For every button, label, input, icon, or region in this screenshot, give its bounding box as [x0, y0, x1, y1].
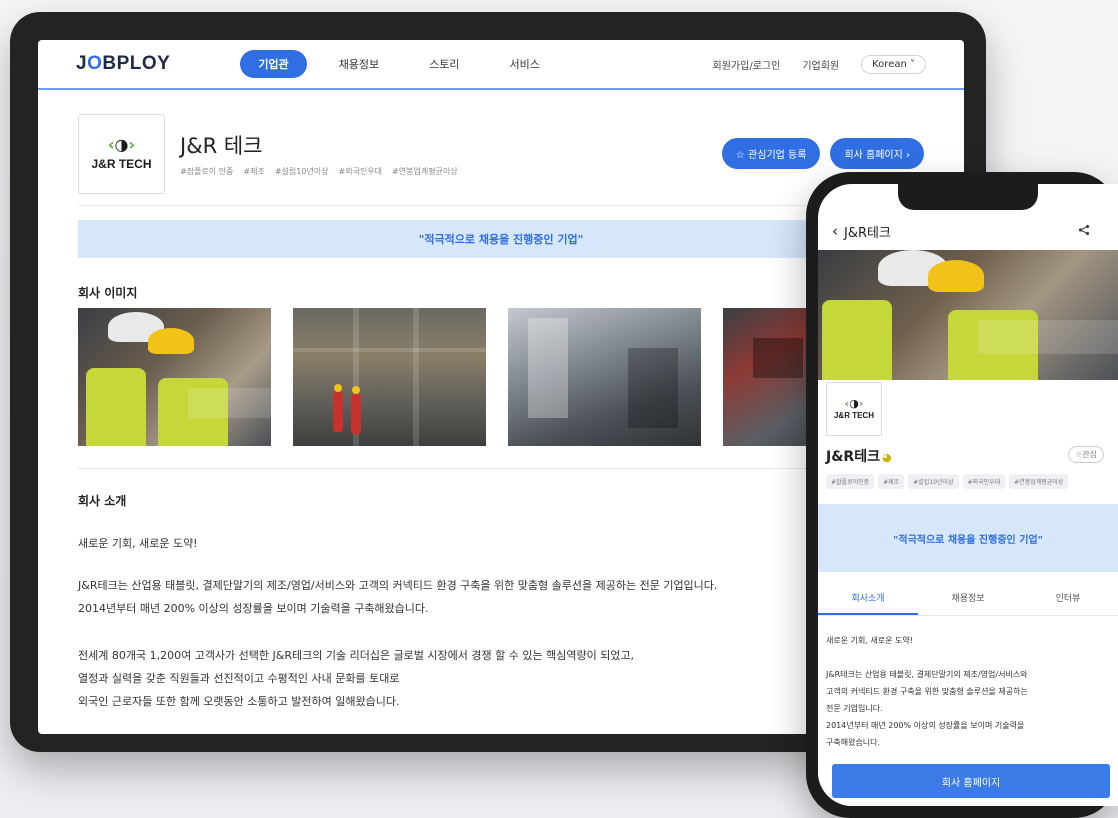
phone-hero-image — [818, 250, 1118, 380]
intro-text-line: 열정과 실력을 갖춘 직원들과 선진적이고 수평적인 사내 문화를 토대로 — [78, 672, 400, 685]
company-tag: #잡플로이 인증 — [180, 167, 234, 176]
nav-item-service[interactable]: 서비스 — [492, 50, 558, 78]
phone-intro-line: 2014년부터 매년 200% 이상의 성장률을 보이며 기술력을 — [826, 721, 1025, 730]
phone-intro-line: 전문 기업입니다. — [826, 704, 883, 713]
tab-company-intro[interactable]: 회사소개 — [818, 582, 918, 615]
phone-hiring-banner: "적극적으로 채용을 진행중인 기업" — [818, 504, 1118, 572]
tab-jobs[interactable]: 채용정보 — [918, 582, 1018, 615]
main-nav: 기업관 채용정보 스토리 서비스 — [240, 50, 572, 78]
phone-top-bar: ‹ J&R테크 — [818, 212, 1118, 250]
company-tag: #연봉업계평균이상 — [392, 167, 458, 176]
phone-screen: ‹ J&R테크 ‹◑› J&R TECH J&R테크 ◕ ☆관심 #잡플로이인증 … — [818, 184, 1118, 806]
company-tag: #외국인우대 — [962, 474, 1006, 489]
nav-item-story[interactable]: 스토리 — [411, 50, 477, 78]
phone-company-name: J&R테크 ◕ — [826, 449, 892, 465]
signup-login-link[interactable]: 회원가입/로그인 — [713, 57, 781, 72]
company-tag: #설립10년이상 — [274, 167, 329, 176]
company-tag: #잡플로이인증 — [826, 474, 875, 489]
company-image-gallery — [78, 308, 916, 446]
phone-page-title: J&R테크 — [844, 225, 891, 241]
company-homepage-button[interactable]: 회사 홈페이지 › — [830, 138, 924, 169]
tab-interview[interactable]: 인터뷰 — [1018, 582, 1118, 615]
intro-text-line: J&R테크는 산업용 태블릿, 결제단말기의 제조/영업/서비스와 고객의 커넥… — [78, 579, 718, 592]
verified-icon: ◕ — [881, 451, 892, 464]
intro-text-line: 외국인 근로자들 또한 함께 오랫동안 소통하고 발전하여 일해왔습니다. — [78, 695, 400, 708]
company-header: ‹◑› J&R TECH J&R 테크 #잡플로이 인증 #제조 #설립10년이… — [78, 114, 924, 206]
company-photo[interactable] — [293, 308, 486, 446]
company-tags: #잡플로이 인증 #제조 #설립10년이상 #외국인우대 #연봉업계평균이상 — [180, 166, 458, 177]
intro-text-line: 새로운 기회, 새로운 도약! — [78, 537, 198, 550]
corporate-member-link[interactable]: 기업회원 — [802, 57, 839, 72]
phone-device: ‹ J&R테크 ‹◑› J&R TECH J&R테크 ◕ ☆관심 #잡플로이인증 … — [806, 172, 1118, 818]
company-photo[interactable] — [508, 308, 701, 446]
company-tag: #외국인우대 — [338, 167, 383, 176]
intro-text-line: 전세계 80개국 1,200여 고객사가 선택한 J&R테크의 기술 리더십은 … — [78, 649, 635, 662]
section-divider — [78, 468, 924, 469]
jr-logo-icon: ‹◑› — [844, 397, 864, 410]
site-logo[interactable]: JOBPLOY — [76, 53, 170, 75]
company-logo-text: J&R TECH — [91, 157, 152, 171]
company-logo: ‹◑› J&R TECH — [78, 114, 165, 194]
back-icon[interactable]: ‹ — [832, 222, 838, 240]
phone-tabs: 회사소개 채용정보 인터뷰 — [818, 582, 1118, 616]
phone-intro-line: 고객의 커넥티드 환경 구축을 위한 맞춤형 솔루션을 제공하는 — [826, 687, 1028, 696]
share-icon[interactable] — [1078, 224, 1090, 239]
phone-notch — [898, 184, 1038, 210]
nav-item-companies[interactable]: 기업관 — [240, 50, 307, 78]
phone-intro-line: J&R테크는 산업용 태블릿, 결제단말기의 제조/영업/서비스와 — [826, 670, 1028, 679]
company-tag: #연봉업계평균이상 — [1009, 474, 1069, 489]
company-photo[interactable] — [78, 308, 271, 446]
company-name: J&R 테크 — [180, 134, 263, 158]
favorite-company-button[interactable]: ☆ 관심기업 등록 — [721, 138, 821, 169]
phone-favorite-button[interactable]: ☆관심 — [1068, 446, 1104, 463]
hiring-banner: "적극적으로 채용을 진행중인 기업" — [78, 220, 924, 258]
nav-item-jobs[interactable]: 채용정보 — [321, 50, 397, 78]
images-section-title: 회사 이미지 — [78, 286, 138, 300]
phone-homepage-button[interactable]: 회사 홈페이지 — [832, 764, 1110, 798]
intro-section-title: 회사 소개 — [78, 494, 127, 508]
phone-company-tags: #잡플로이인증 #제조 #설립10년이상 #외국인우대 #연봉업계평균이상 — [826, 474, 1069, 489]
language-select[interactable]: Korean ˅ — [861, 54, 926, 74]
company-tag: #제조 — [878, 474, 905, 489]
jr-logo-icon: ‹◑› — [107, 135, 136, 154]
site-header: JOBPLOY 기업관 채용정보 스토리 서비스 회원가입/로그인 기업회원 K… — [38, 40, 964, 90]
intro-text-line: 2014년부터 매년 200% 이상의 성장률을 보이며 기술력을 구축해왔습니… — [78, 602, 429, 615]
header-right: 회원가입/로그인 기업회원 Korean ˅ — [713, 54, 926, 74]
company-tag: #제조 — [243, 167, 265, 176]
company-tag: #설립10년이상 — [908, 474, 959, 489]
company-actions: ☆ 관심기업 등록 회사 홈페이지 › — [721, 138, 924, 169]
company-logo-text: J&R TECH — [833, 411, 874, 420]
phone-company-logo: ‹◑› J&R TECH — [826, 382, 882, 436]
phone-intro-line: 새로운 기회, 새로운 도약! — [826, 636, 913, 645]
